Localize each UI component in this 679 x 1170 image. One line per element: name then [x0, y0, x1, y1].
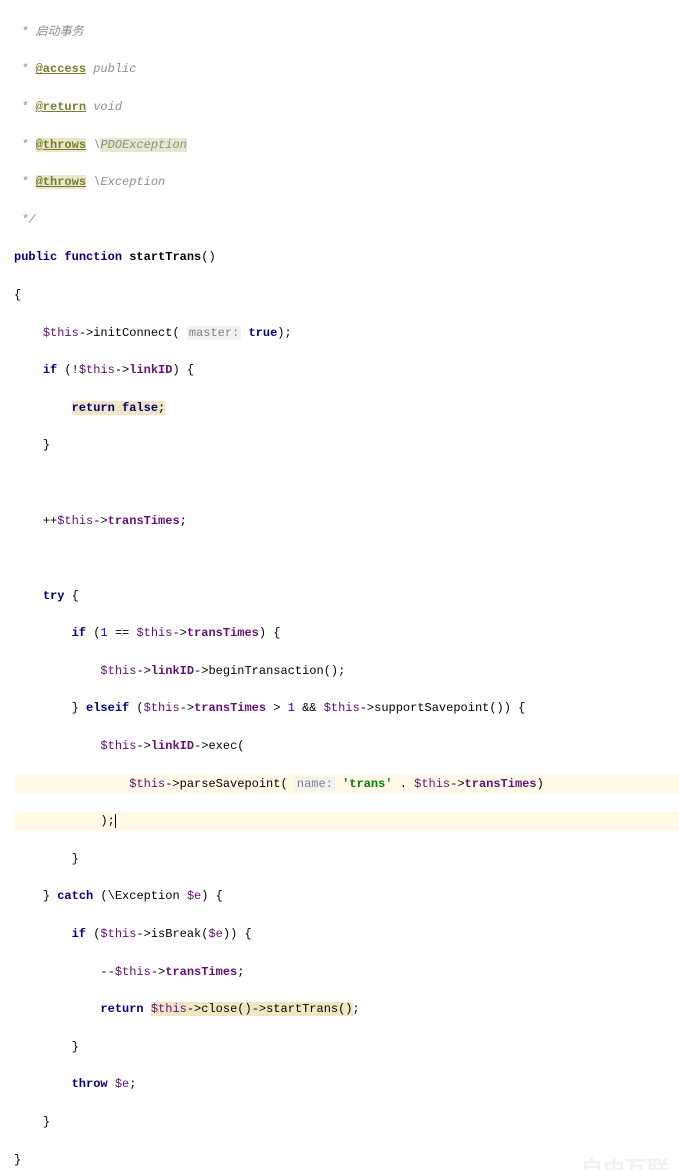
code-line: } catch (\Exception $e) { [14, 887, 679, 906]
code-line: * @throws \PDOException [14, 136, 679, 155]
code-line: throw $e; [14, 1075, 679, 1094]
inline-hint: master: [187, 326, 241, 340]
code-line: { [14, 286, 679, 305]
code-line [14, 474, 679, 493]
code-line [14, 549, 679, 568]
code-line: $this->linkID->exec( [14, 737, 679, 756]
text-caret [115, 814, 116, 828]
code-line: ++$this->transTimes; [14, 512, 679, 531]
code-line: } elseif ($this->transTimes > 1 && $this… [14, 699, 679, 718]
code-line: if (1 == $this->transTimes) { [14, 624, 679, 643]
code-block: * 启动事务 * @access public * @return void *… [0, 0, 679, 1170]
code-line: public function startTrans() [14, 248, 679, 267]
code-line: */ [14, 211, 679, 230]
code-line: } [14, 1113, 679, 1132]
code-line: if (!$this->linkID) { [14, 361, 679, 380]
code-line: * @throws \Exception [14, 173, 679, 192]
code-line: } [14, 1151, 679, 1170]
code-line: $this->initConnect( master: true); [14, 324, 679, 343]
code-line: try { [14, 587, 679, 606]
code-line: if ($this->isBreak($e)) { [14, 925, 679, 944]
code-line: * @access public [14, 60, 679, 79]
code-line: * 启动事务 [14, 23, 679, 42]
code-line: } [14, 1038, 679, 1057]
code-line: ); [14, 812, 679, 831]
inline-hint: name: [295, 777, 335, 791]
code-line: return $this->close()->startTrans(); [14, 1000, 679, 1019]
code-line: --$this->transTimes; [14, 963, 679, 982]
code-line: $this->linkID->beginTransaction(); [14, 662, 679, 681]
code-line: return false; [14, 399, 679, 418]
code-line: $this->parseSavepoint( name: 'trans' . $… [14, 775, 679, 794]
code-line: * @return void [14, 98, 679, 117]
code-line: } [14, 436, 679, 455]
code-line: } [14, 850, 679, 869]
